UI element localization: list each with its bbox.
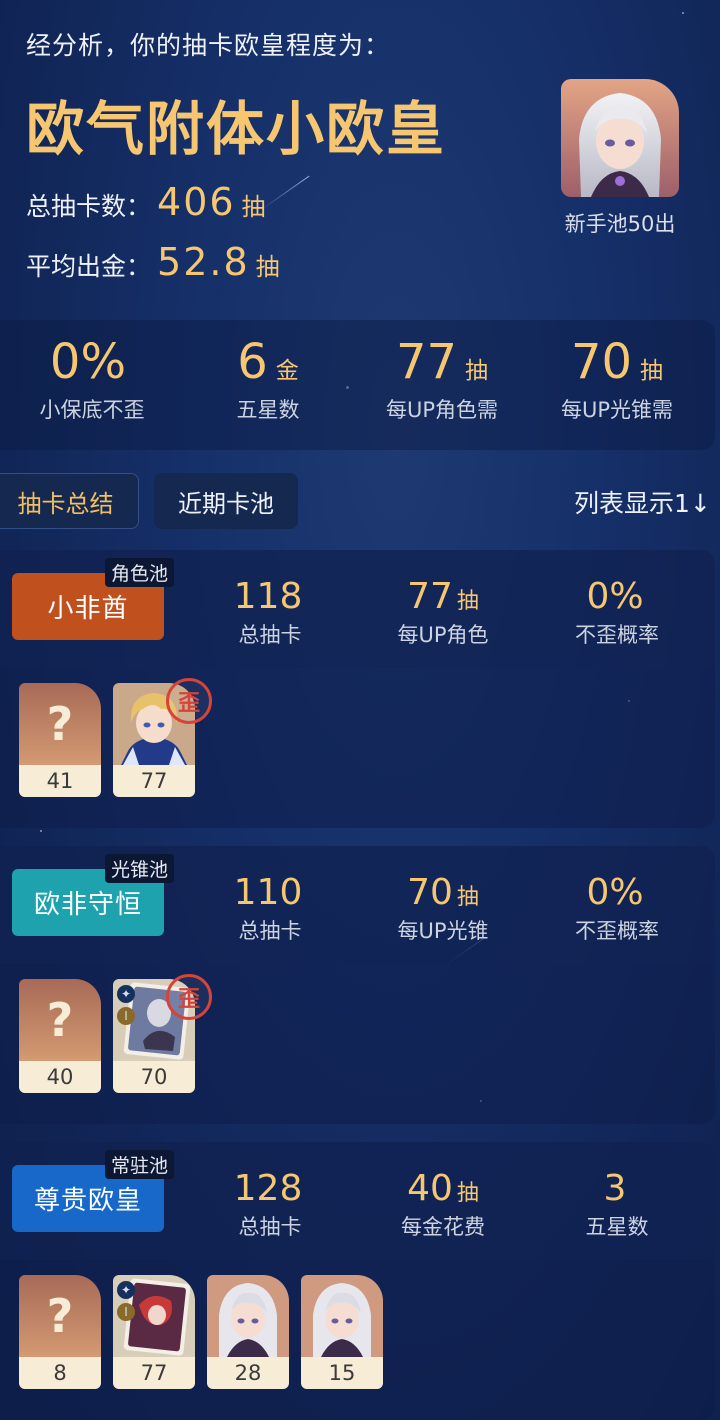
- pool-stat-value: 70: [407, 872, 453, 913]
- tab-summary[interactable]: 抽卡总结: [0, 473, 139, 529]
- pool-type-badge: 光锥池: [105, 854, 175, 883]
- question-mark-icon: ?: [19, 979, 101, 1061]
- star: [40, 830, 42, 832]
- pool-stat-label: 每UP光锥: [397, 919, 489, 943]
- pull-count: 28: [207, 1357, 289, 1389]
- rank-icon: I: [117, 1303, 135, 1321]
- pool-stat-label: 总抽卡: [238, 1215, 302, 1239]
- avg-gold-label: 平均出金：: [26, 252, 152, 281]
- pull-count: 8: [19, 1357, 101, 1389]
- pool-header: 欧非守恒 光锥池 110 总抽卡 70 抽 每UP光锥 0% 不歪概率: [0, 846, 715, 964]
- pool-stat-value: 0%: [586, 872, 644, 913]
- pool-stat-value: 40: [407, 1168, 453, 1209]
- pool-card-list: ? 8 ✦ I 77 28 15: [0, 1260, 715, 1420]
- pending-pull-card[interactable]: ? 41: [19, 683, 101, 797]
- five-star-card[interactable]: 28: [207, 1275, 289, 1389]
- pool-stat-unit: 抽: [456, 1181, 479, 1206]
- five-star-card[interactable]: 15: [301, 1275, 383, 1389]
- pool-stat-value: 128: [233, 1168, 303, 1209]
- pull-count: 40: [19, 1061, 101, 1093]
- summary-label: 小保底不歪: [39, 398, 145, 422]
- pool-stat-value: 0%: [586, 576, 644, 617]
- summary-value: 0%: [49, 334, 127, 390]
- summary-unit: 抽: [465, 358, 489, 384]
- pull-count: 70: [113, 1061, 195, 1093]
- avg-gold-value: 52.8: [157, 240, 250, 284]
- pool-header: 小非酋 角色池 118 总抽卡 77 抽 每UP角色 0% 不歪概率: [0, 550, 715, 668]
- pending-pull-card[interactable]: ? 8: [19, 1275, 101, 1389]
- summary-panel: 0% 小保底不歪 6金 五星数 77 抽 每UP角色需 70 抽 每UP光锥需: [0, 320, 715, 450]
- summary-item: 6金 五星数: [178, 334, 358, 424]
- pool-stat-value: 77: [407, 576, 453, 617]
- avg-gold-line: 平均出金： 52.8 抽: [26, 240, 280, 284]
- pool-stat: 77 抽 每UP角色: [358, 576, 528, 649]
- analysis-intro: 经分析，你的抽卡欧皇程度为：: [26, 31, 391, 60]
- featured-character-portrait[interactable]: [561, 79, 679, 197]
- total-pulls-label: 总抽卡数：: [26, 192, 152, 221]
- total-pulls-value: 406: [157, 180, 236, 224]
- off-banner-badge: 歪: [166, 974, 212, 1020]
- pool-stat: 0% 不歪概率: [532, 872, 702, 945]
- total-pulls-unit: 抽: [241, 193, 266, 221]
- pool-stat-unit: 抽: [456, 589, 479, 614]
- avg-gold-unit: 抽: [255, 253, 280, 281]
- pool-type-badge: 常驻池: [105, 1150, 175, 1179]
- pending-pull-card[interactable]: ? 40: [19, 979, 101, 1093]
- off-banner-badge: 歪: [166, 678, 212, 724]
- question-mark-icon: ?: [19, 1275, 101, 1357]
- summary-item: 0% 小保底不歪: [2, 334, 182, 424]
- pool-stat: 128 总抽卡: [185, 1168, 355, 1241]
- path-icon: ✦: [117, 985, 135, 1003]
- luck-title: 欧气附体小欧皇: [26, 95, 447, 163]
- five-star-card[interactable]: ✦ I 77: [113, 1275, 195, 1389]
- pool-stat-value: 118: [233, 576, 303, 617]
- path-icon: ✦: [117, 1281, 135, 1299]
- pool-card-list: ? 41 77 歪: [0, 668, 715, 828]
- pool-stat: 110 总抽卡: [185, 872, 355, 945]
- result-header: 经分析，你的抽卡欧皇程度为： 欧气附体小欧皇 总抽卡数： 406 抽 平均出金：…: [0, 0, 720, 455]
- pull-count: 77: [113, 765, 195, 797]
- summary-value: 6: [237, 334, 268, 390]
- pool-stat-value: 110: [233, 872, 303, 913]
- pool-stat-value: 3: [603, 1168, 627, 1209]
- pool-stat-label: 每金花费: [401, 1215, 485, 1239]
- summary-label: 每UP光锥需: [560, 398, 674, 422]
- pool-stat-label: 总抽卡: [238, 623, 302, 647]
- summary-value: 77: [395, 334, 458, 390]
- pull-count: 15: [301, 1357, 383, 1389]
- pull-count: 41: [19, 765, 101, 797]
- list-display-toggle[interactable]: 列表显示1↓: [574, 484, 711, 520]
- pool-stat: 3 五星数: [532, 1168, 702, 1241]
- pool-stat: 40 抽 每金花费: [358, 1168, 528, 1241]
- pool-stat: 70 抽 每UP光锥: [358, 872, 528, 945]
- pull-count: 77: [113, 1357, 195, 1389]
- total-pulls-line: 总抽卡数： 406 抽: [26, 180, 266, 224]
- silver-hair-character-portrait-icon: [301, 1275, 383, 1357]
- question-mark-icon: ?: [19, 683, 101, 765]
- summary-item: 77 抽 每UP角色需: [352, 334, 532, 424]
- pool-type-badge: 角色池: [105, 558, 175, 587]
- pool-stat-label: 总抽卡: [238, 919, 302, 943]
- pool-stat-unit: 抽: [456, 885, 479, 910]
- silver-hair-character-portrait-icon: [207, 1275, 289, 1357]
- pool-header: 尊贵欧皇 常驻池 128 总抽卡 40 抽 每金花费 3 五星数: [0, 1142, 715, 1260]
- summary-item: 70 抽 每UP光锥需: [527, 334, 707, 424]
- summary-label: 五星数: [236, 398, 300, 422]
- summary-label: 每UP角色需: [385, 398, 499, 422]
- pool-stat: 118 总抽卡: [185, 576, 355, 649]
- pool-stat-label: 五星数: [585, 1215, 649, 1239]
- portrait-caption: 新手池50出: [564, 212, 676, 236]
- pool-stat: 0% 不歪概率: [532, 576, 702, 649]
- tab-recent-pools[interactable]: 近期卡池: [154, 473, 298, 529]
- pool-stat-label: 每UP角色: [397, 623, 489, 647]
- pool-stat-label: 不歪概率: [575, 623, 659, 647]
- rank-icon: I: [117, 1007, 135, 1025]
- pool-card-list: ? 40 ✦ I 70 歪: [0, 964, 715, 1124]
- summary-unit: 抽: [640, 358, 664, 384]
- pool-stat-label: 不歪概率: [575, 919, 659, 943]
- summary-value: 70: [570, 334, 633, 390]
- summary-unit: 金: [275, 358, 299, 384]
